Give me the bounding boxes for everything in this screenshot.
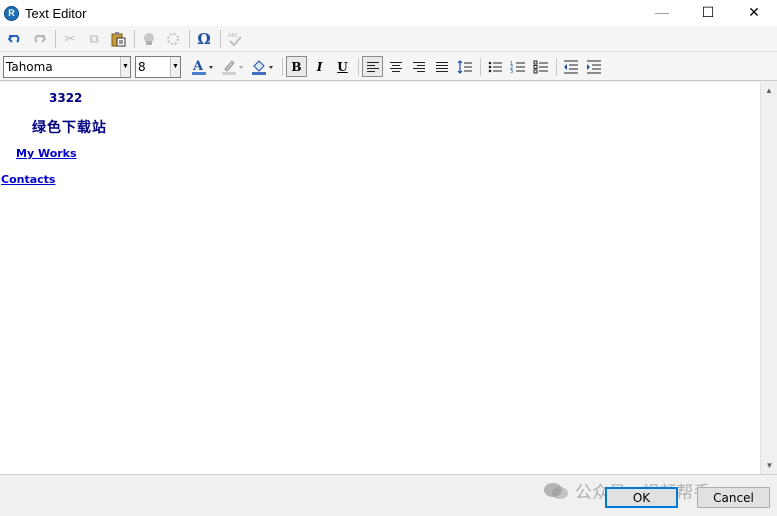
align-left-button[interactable] [362,56,383,77]
outdent-icon [563,60,578,73]
numbered-list-icon: 123 [510,61,525,75]
line-spacing-button[interactable] [454,56,475,77]
toolbar-separator [220,29,221,48]
bulleted-list-button[interactable] [484,56,505,77]
link-icon [144,32,154,45]
background-color-button[interactable] [249,56,277,77]
text-line: 3322 [49,91,83,105]
text-line: 绿色下载站 [32,120,107,136]
insert-link-button[interactable] [138,28,160,50]
cancel-button[interactable]: Cancel [697,487,770,508]
window-title: Text Editor [25,5,87,21]
format-toolbar: Tahoma ▼ 8 ▼ A B I U 123 [0,53,777,81]
undo-button[interactable] [4,28,26,50]
vertical-scrollbar[interactable]: ▲ ▼ [760,82,777,474]
align-right-icon [412,61,425,72]
redo-button[interactable] [28,28,50,50]
ok-button[interactable]: OK [605,487,678,508]
dialog-footer: 公众号 · 视频帮手 OK Cancel [0,474,777,516]
justify-button[interactable] [431,56,452,77]
unlink-icon [167,32,179,45]
edit-toolbar: ✂ ⧉ Ω ABC [0,26,777,52]
align-center-button[interactable] [385,56,406,77]
line-spacing-icon [457,59,472,74]
window-controls: — ☐ ✕ [639,0,777,24]
scroll-down-icon[interactable]: ▼ [761,457,777,474]
bold-button[interactable]: B [286,56,307,77]
highlighter-icon [222,59,243,75]
toolbar-separator [55,29,56,48]
font-color-button[interactable]: A [189,56,217,77]
highlight-color-button[interactable] [219,56,247,77]
toolbar-separator [189,29,190,48]
toolbar-separator [134,29,135,48]
align-right-button[interactable] [408,56,429,77]
remove-link-button[interactable] [162,28,184,50]
link-contacts[interactable]: Contacts [1,173,55,186]
numbered-list-button[interactable]: 123 [507,56,528,77]
decrease-indent-button[interactable] [560,56,581,77]
editor-content-area[interactable]: 3322 绿色下载站 My Works Contacts [0,82,760,474]
spellcheck-icon: ABC [228,33,242,46]
wechat-icon [544,482,568,499]
toolbar-separator [358,57,359,76]
toolbar-separator [480,57,481,76]
checklist-icon [533,60,548,73]
link-my-works[interactable]: My Works [16,147,77,160]
paint-bucket-icon [252,59,273,75]
svg-text:ABC: ABC [228,33,239,39]
cut-button[interactable]: ✂ [59,28,81,50]
paste-icon [111,31,126,46]
chevron-down-icon[interactable]: ▼ [170,56,180,77]
toolbar-separator [556,57,557,76]
paste-button[interactable] [107,28,129,50]
special-character-button[interactable]: Ω [193,28,215,50]
svg-text:3: 3 [510,69,513,75]
font-family-value: Tahoma [6,59,53,74]
font-size-select[interactable]: 8 ▼ [135,55,181,78]
maximize-button[interactable]: ☐ [685,0,731,24]
redo-icon [34,34,46,43]
minimize-button[interactable]: — [639,0,685,24]
font-size-value: 8 [138,59,146,74]
copy-button[interactable]: ⧉ [83,28,105,50]
scroll-up-icon[interactable]: ▲ [761,82,777,99]
bullet-list-icon [488,61,502,72]
title-bar: R Text Editor — ☐ ✕ [0,0,777,26]
align-left-icon [366,61,379,72]
font-family-select[interactable]: Tahoma ▼ [3,55,131,78]
toolbar-separator [282,57,283,76]
spellcheck-button[interactable]: ABC [224,28,246,50]
underline-button[interactable]: U [332,56,353,77]
italic-button[interactable]: I [309,56,330,77]
svg-text:A: A [192,59,204,74]
chevron-down-icon[interactable]: ▼ [120,56,130,77]
justify-icon [435,61,448,72]
undo-icon [8,34,20,43]
increase-indent-button[interactable] [583,56,604,77]
font-color-icon: A [192,59,213,75]
align-center-icon [389,61,402,72]
close-button[interactable]: ✕ [731,0,777,24]
checklist-button[interactable] [530,56,551,77]
app-logo-icon: R [4,5,19,21]
indent-icon [586,60,601,73]
